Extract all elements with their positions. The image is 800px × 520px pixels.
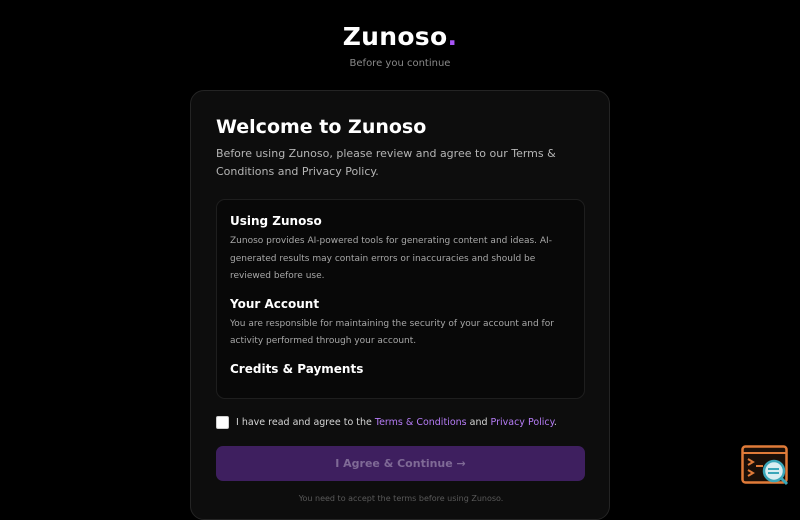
privacy-link[interactable]: Privacy Policy: [491, 417, 554, 428]
brand-logo: Zunoso.: [0, 20, 800, 54]
terms-text: Zunoso provides AI-powered tools for gen…: [230, 236, 552, 281]
agreement-row: I have read and agree to the Terms & Con…: [216, 414, 596, 430]
agreement-label: I have read and agree to the Terms & Con…: [236, 417, 557, 428]
terms-heading: Your Account: [230, 296, 320, 311]
terms-card: Welcome to Zunoso Before using Zunoso, p…: [190, 90, 610, 520]
agreement-prefix: I have read and agree to the: [236, 416, 375, 428]
terms-scroll-box[interactable]: Using Zunoso Zunoso provides AI-powered …: [216, 199, 585, 399]
card-intro: Before using Zunoso, please review and a…: [216, 147, 556, 178]
page-subtitle: Before you continue: [349, 58, 451, 69]
terms-heading: Credits & Payments: [230, 361, 364, 376]
terms-section: Your Account You are responsible for mai…: [230, 296, 572, 351]
agreement-suffix: .: [553, 416, 557, 428]
terms-text: You are responsible for maintaining the …: [230, 318, 554, 347]
agree-checkbox[interactable]: [216, 415, 229, 429]
brand-dot: .: [447, 22, 458, 51]
terms-link[interactable]: Terms & Conditions: [375, 417, 467, 428]
agree-continue-button[interactable]: I Agree & Continue →: [216, 446, 585, 481]
brand-name: Zunoso: [342, 22, 448, 51]
accept-hint: You need to accept the terms before usin…: [298, 494, 504, 503]
terms-section: Using Zunoso Zunoso provides AI-powered …: [230, 213, 572, 286]
terms-section: Credits & Payments: [230, 361, 572, 377]
card-title: Welcome to Zunoso: [216, 116, 427, 138]
terminal-search-icon[interactable]: [741, 445, 791, 487]
terms-heading: Using Zunoso: [230, 214, 322, 228]
agreement-middle: and: [466, 416, 491, 428]
